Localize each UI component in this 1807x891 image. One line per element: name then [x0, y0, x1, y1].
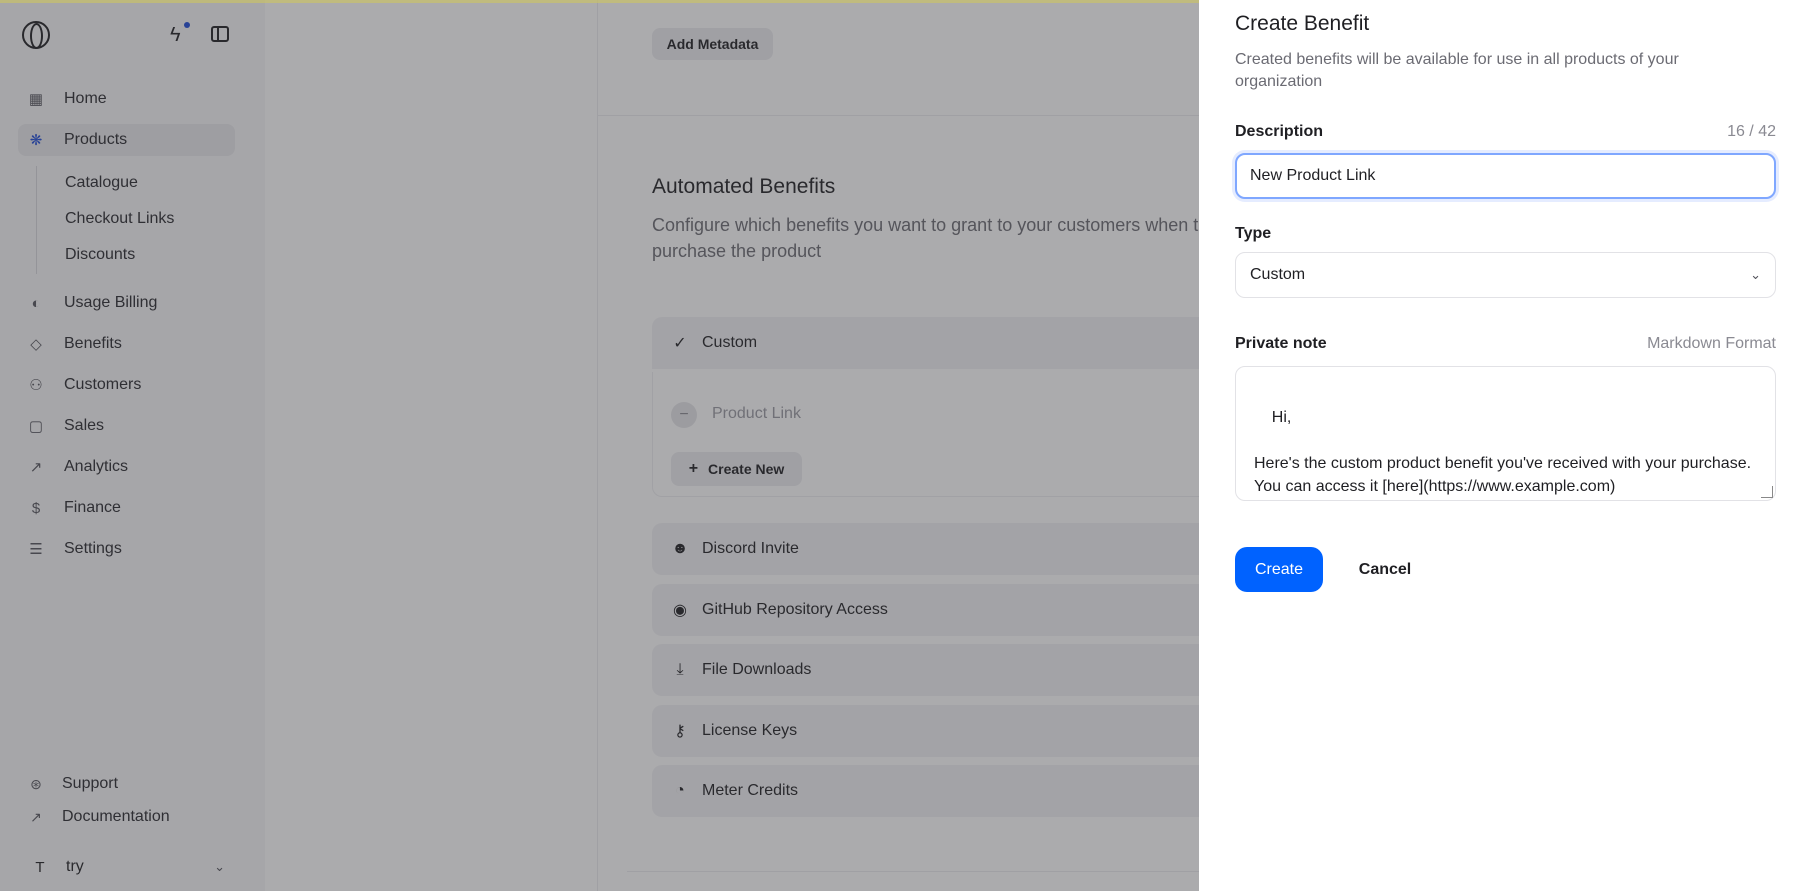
private-note-textarea[interactable]: Hi, Here's the custom product benefit yo…: [1235, 366, 1776, 501]
drawer-subtitle: Created benefits will be available for u…: [1235, 51, 1679, 90]
type-select[interactable]: Custom ⌄: [1235, 252, 1776, 298]
type-select-value: Custom: [1250, 266, 1306, 283]
modal-backdrop[interactable]: [0, 0, 1199, 891]
markdown-format-hint: Markdown Format: [1647, 335, 1776, 352]
cancel-button[interactable]: Cancel: [1349, 547, 1421, 592]
create-button[interactable]: Create: [1235, 547, 1323, 592]
resize-handle-icon[interactable]: [1761, 486, 1773, 498]
description-counter: 16 / 42: [1727, 123, 1776, 140]
drawer-title: Create Benefit: [1235, 12, 1370, 35]
chevron-down-icon: ⌄: [1750, 267, 1761, 282]
description-label: Description: [1235, 123, 1324, 140]
type-label: Type: [1235, 225, 1272, 242]
top-accent-strip: [0, 0, 1199, 3]
private-note-label: Private note: [1235, 335, 1327, 352]
description-input[interactable]: [1235, 153, 1776, 199]
private-note-value: Hi, Here's the custom product benefit yo…: [1254, 409, 1752, 495]
create-benefit-drawer: Create Benefit Created benefits will be …: [1199, 0, 1807, 891]
